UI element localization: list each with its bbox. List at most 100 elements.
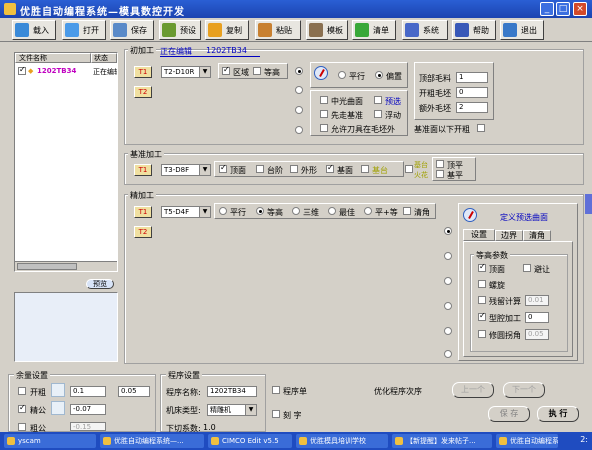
toolbar-button-8[interactable]: 清单 [352, 20, 396, 40]
taskbar-item[interactable]: yscam [4, 434, 96, 448]
toolbar-button-1[interactable]: 载入 [12, 20, 56, 40]
extra-stock-input[interactable]: 2 [456, 102, 488, 113]
rough-radio-2[interactable] [295, 86, 303, 94]
step-checkbox[interactable] [256, 165, 264, 173]
preview-button[interactable]: 预览 [86, 279, 114, 289]
toolbar-button-2[interactable]: 打开 [62, 20, 106, 40]
platform2-checkbox[interactable] [405, 165, 413, 173]
p-profile-input[interactable]: 0 [525, 312, 549, 323]
platform-checkbox[interactable] [361, 165, 369, 173]
minimize-button[interactable]: _ [540, 2, 554, 16]
table-row[interactable]: ◆ 1202TB34 正在编辑 [15, 65, 117, 77]
m-corner-checkbox[interactable] [403, 207, 411, 215]
p-avoid-checkbox[interactable] [523, 264, 531, 272]
finish-radio-4[interactable] [444, 302, 452, 310]
semi-allow-input[interactable]: -0.07 [70, 404, 106, 415]
rough-tool-button-2[interactable]: T2 [134, 86, 152, 98]
datum-tool-button[interactable]: T1 [134, 164, 152, 176]
col-status-header[interactable]: 状态 [91, 53, 117, 63]
fine-allow-input[interactable]: -0.15 [70, 422, 106, 431]
preselect-checkbox[interactable] [374, 96, 382, 104]
maximize-button[interactable]: □ [556, 2, 570, 16]
m-3d-radio[interactable] [292, 207, 300, 215]
taskbar-item[interactable]: 优胜自动编程系统... [496, 434, 558, 448]
p-residual-checkbox[interactable] [478, 296, 486, 304]
offset-radio[interactable] [375, 71, 383, 79]
center-checkbox[interactable] [320, 96, 328, 104]
toolbar-button-4[interactable]: 预设 [159, 20, 201, 40]
side-stock-input[interactable]: 0 [456, 87, 488, 98]
top-face-checkbox[interactable] [219, 163, 227, 173]
rough-tool-button-1[interactable]: T1 [134, 66, 152, 78]
taskbar-item[interactable]: 优胜自动编程系统—... [100, 434, 204, 448]
base-first-checkbox[interactable] [320, 110, 328, 118]
p-spiral-checkbox[interactable] [478, 280, 486, 288]
taskbar-item[interactable]: 优胜模具培训学校 [296, 434, 388, 448]
p-profile-checkbox[interactable] [478, 311, 486, 321]
finish-tool-button-1[interactable]: T1 [134, 206, 152, 218]
save-program-button[interactable]: 保 存 [488, 406, 530, 422]
toolbar-button-9[interactable]: 系统 [402, 20, 448, 40]
col-name-header[interactable]: 文件名称 [15, 53, 91, 63]
datum-tool-select[interactable]: T3-D8F [161, 164, 211, 176]
rough-radio-4[interactable] [295, 126, 303, 134]
row-checkbox[interactable] [18, 65, 26, 75]
finish-radio-5[interactable] [444, 327, 452, 335]
finish-tool-button-2[interactable]: T2 [134, 226, 152, 238]
finish-radio-6[interactable] [444, 350, 452, 358]
next-button[interactable]: 下一个 [503, 382, 545, 398]
tab-boundary[interactable]: 边界 [495, 230, 523, 241]
outline-checkbox[interactable] [290, 165, 298, 173]
fine-allow-checkbox[interactable] [18, 423, 26, 431]
rough-allow-input[interactable]: 0.1 [70, 386, 106, 397]
p-residual-input[interactable]: 0.01 [525, 295, 549, 306]
allow-tool-checkbox[interactable] [320, 124, 328, 132]
rough-radio-1[interactable] [295, 67, 303, 75]
engrave-checkbox[interactable] [272, 410, 280, 418]
m-par-contour-radio[interactable] [364, 207, 372, 215]
p-fillet-checkbox[interactable] [478, 330, 486, 338]
toolbar-button-6[interactable]: 粘贴 [255, 20, 301, 40]
taskbar-item[interactable]: CIMCO Edit v5.5 [208, 434, 292, 448]
toolbar-button-5[interactable]: 复制 [205, 20, 249, 40]
rough-allow-checkbox[interactable] [18, 387, 26, 395]
execute-button[interactable]: 执 行 [537, 406, 579, 422]
h-scrollbar[interactable] [15, 261, 117, 271]
top-flat-checkbox[interactable] [436, 160, 444, 168]
toolbar-button-10[interactable]: 帮助 [452, 20, 496, 40]
p-fillet-input[interactable]: 0.05 [525, 329, 549, 340]
scroll-thumb[interactable] [17, 263, 77, 270]
p-top-checkbox[interactable] [478, 262, 486, 272]
close-button[interactable]: × [573, 2, 587, 16]
m-parallel-radio[interactable] [219, 207, 227, 215]
contour-checkbox[interactable] [253, 67, 261, 75]
top-stock-input[interactable]: 1 [456, 72, 488, 83]
toolbar-button-3[interactable]: 保存 [110, 20, 154, 40]
tab-settings[interactable]: 设置 [463, 229, 495, 241]
prog-list-checkbox[interactable] [272, 386, 280, 394]
base-face-checkbox[interactable] [326, 163, 334, 173]
base-flat-checkbox[interactable] [436, 170, 444, 178]
machine-select[interactable]: 精雕机 [207, 404, 257, 416]
semi-allow-checkbox[interactable] [18, 403, 26, 413]
below-base-checkbox[interactable] [477, 124, 485, 132]
float-checkbox[interactable] [374, 110, 382, 118]
rough-radio-3[interactable] [295, 106, 303, 114]
toolbar-button-7[interactable]: 模板 [306, 20, 348, 40]
rough-tool-select[interactable]: T2-D10R [161, 66, 211, 78]
tab-corner[interactable]: 清角 [523, 230, 551, 241]
finish-tool-select[interactable]: T5-D4F [161, 206, 211, 218]
parallel-radio[interactable] [338, 71, 346, 79]
m-contour-radio[interactable] [256, 207, 264, 215]
finish-radio-3[interactable] [444, 277, 452, 285]
toolbar-button-11[interactable]: 退出 [500, 20, 544, 40]
rough-allow-input-2[interactable]: 0.05 [118, 386, 150, 397]
side-handle[interactable] [585, 194, 592, 214]
prev-button[interactable]: 上一个 [452, 382, 494, 398]
area-checkbox[interactable] [222, 65, 230, 75]
m-best-radio[interactable] [328, 207, 336, 215]
finish-radio-2[interactable] [444, 252, 452, 260]
finish-radio-1[interactable] [444, 227, 452, 235]
prog-name-input[interactable]: 1202TB34 [207, 386, 257, 397]
taskbar-item[interactable]: 【新提醒】发来帖子... [392, 434, 492, 448]
